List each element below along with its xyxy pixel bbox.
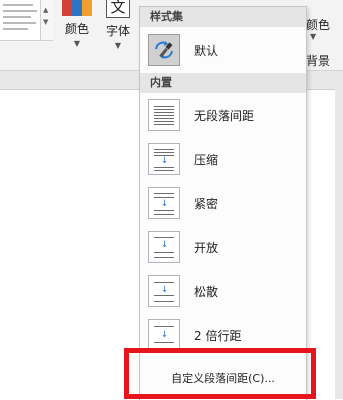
custom-paragraph-spacing-item[interactable]: 自定义段落间距(C)...	[140, 365, 306, 393]
arrow-down-icon: ↓	[160, 285, 169, 295]
scroll-up-icon[interactable]: ▲	[43, 6, 48, 14]
menu-item-label: 紧密	[194, 196, 219, 211]
color-palette-icon	[62, 0, 92, 16]
compact-spacing-icon: ↓	[148, 143, 180, 175]
paragraph-spacing-menu: 样式集 默认 内置 无段落间距 ↓ 压缩 ↓ 紧密 ↓ 开放 ↓ 松散 ↓ 2 …	[139, 6, 307, 400]
font-icon: 文	[106, 0, 130, 18]
menu-item-label: 2 倍行距	[194, 328, 242, 343]
no-spacing-icon	[148, 99, 180, 131]
menu-item-double-spacing[interactable]: ↓ 2 倍行距	[140, 313, 306, 357]
fonts-label: 字体	[105, 24, 130, 38]
menu-item-default[interactable]: 默认	[140, 27, 306, 73]
menu-item-label: 松散	[194, 284, 219, 299]
menu-item-label: 无段落间距	[194, 108, 255, 123]
menu-item-open[interactable]: ↓ 开放	[140, 225, 306, 269]
menu-item-no-spacing[interactable]: 无段落间距	[140, 93, 306, 137]
colors-label: 颜色	[64, 22, 89, 36]
chevron-down-icon: ▼	[73, 39, 81, 48]
menu-item-relaxed[interactable]: ↓ 松散	[140, 269, 306, 313]
menu-item-tight[interactable]: ↓ 紧密	[140, 181, 306, 225]
page-color-label[interactable]: 颜色	[306, 16, 330, 33]
arrow-down-icon: ↓	[160, 199, 169, 209]
relaxed-spacing-icon: ↓	[148, 275, 180, 307]
menu-item-label: 默认	[194, 43, 219, 58]
arrow-down-icon: ↓	[160, 240, 169, 250]
chevron-down-icon: ▼	[114, 41, 122, 50]
tight-spacing-icon: ↓	[148, 187, 180, 219]
colors-button[interactable]: 颜色 ▼	[58, 0, 96, 48]
scroll-down-icon[interactable]: ▼	[43, 18, 48, 26]
chevron-down-icon: ▼	[310, 32, 317, 41]
gallery-scroll[interactable]: ▲ ▼	[40, 0, 53, 40]
fonts-button[interactable]: 文 字体 ▼	[101, 0, 135, 50]
menu-item-compact[interactable]: ↓ 压缩	[140, 137, 306, 181]
section-header-builtin: 内置	[140, 73, 306, 93]
open-spacing-icon: ↓	[148, 231, 180, 263]
double-spacing-icon: ↓	[148, 319, 180, 351]
menu-item-label: 开放	[194, 240, 219, 255]
arrow-down-icon: ↓	[160, 330, 169, 340]
arrow-down-icon: ↓	[160, 156, 169, 166]
paintbrush-icon	[148, 34, 180, 66]
menu-item-label: 压缩	[194, 152, 219, 167]
section-header-style-set: 样式集	[140, 7, 306, 27]
